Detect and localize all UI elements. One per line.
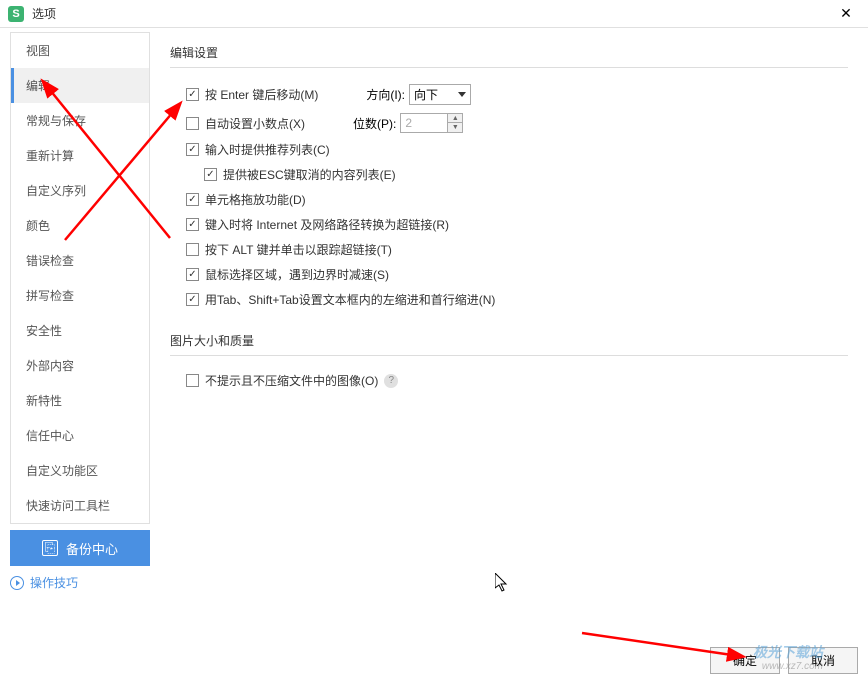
cancel-button[interactable]: 取消: [788, 647, 858, 674]
backup-label: 备份中心: [66, 539, 118, 558]
esc-content-checkbox[interactable]: [204, 168, 217, 181]
alt-click-label: 按下 ALT 键并单击以跟踪超链接(T): [205, 241, 392, 258]
no-compress-label: 不提示且不压缩文件中的图像(O): [205, 372, 378, 389]
tab-indent-checkbox[interactable]: [186, 293, 199, 306]
mouse-select-label: 鼠标选择区域，遇到边界时减速(S): [205, 266, 389, 283]
sidebar-item-12[interactable]: 自定义功能区: [11, 453, 149, 488]
alt-click-checkbox[interactable]: [186, 243, 199, 256]
cell-drag-label: 单元格拖放功能(D): [205, 191, 306, 208]
sidebar-item-13[interactable]: 快速访问工具栏: [11, 488, 149, 523]
sidebar-item-6[interactable]: 错误检查: [11, 243, 149, 278]
url-hyperlink-checkbox[interactable]: [186, 218, 199, 231]
enter-move-checkbox[interactable]: [186, 88, 199, 101]
tips-label: 操作技巧: [30, 574, 78, 591]
backup-center-button[interactable]: ⎘ 备份中心: [10, 530, 150, 566]
url-hyperlink-label: 键入时将 Internet 及网络路径转换为超链接(R): [205, 216, 449, 233]
sidebar: 视图编辑常规与保存重新计算自定义序列颜色错误检查拼写检查安全性外部内容新特性信任…: [10, 32, 150, 524]
spin-down-icon[interactable]: ▼: [448, 123, 462, 132]
mouse-select-checkbox[interactable]: [186, 268, 199, 281]
chevron-down-icon: [458, 92, 466, 97]
direction-value: 向下: [414, 86, 438, 103]
sidebar-item-8[interactable]: 安全性: [11, 313, 149, 348]
sidebar-item-10[interactable]: 新特性: [11, 383, 149, 418]
no-compress-checkbox[interactable]: [186, 374, 199, 387]
image-section-title: 图片大小和质量: [170, 332, 848, 356]
recommend-checkbox[interactable]: [186, 143, 199, 156]
close-button[interactable]: ✕: [832, 0, 860, 28]
cell-drag-checkbox[interactable]: [186, 193, 199, 206]
ok-button[interactable]: 确定: [710, 647, 780, 674]
help-icon[interactable]: ?: [384, 374, 398, 388]
titlebar: S 选项 ✕: [0, 0, 868, 28]
sidebar-item-4[interactable]: 自定义序列: [11, 173, 149, 208]
auto-decimal-label: 自动设置小数点(X): [205, 115, 305, 132]
sidebar-item-11[interactable]: 信任中心: [11, 418, 149, 453]
sidebar-item-0[interactable]: 视图: [11, 33, 149, 68]
sidebar-item-1[interactable]: 编辑: [11, 68, 149, 103]
content-panel: 编辑设置 按 Enter 键后移动(M) 方向(I): 向下 自动设置小数点(X…: [150, 28, 868, 633]
app-logo-icon: S: [8, 6, 24, 22]
spin-up-icon[interactable]: ▲: [448, 114, 462, 123]
direction-label: 方向(I):: [366, 86, 405, 103]
direction-combo[interactable]: 向下: [409, 84, 471, 105]
sidebar-item-5[interactable]: 颜色: [11, 208, 149, 243]
play-icon: [10, 576, 24, 590]
dialog-title: 选项: [32, 5, 832, 22]
sidebar-item-9[interactable]: 外部内容: [11, 348, 149, 383]
sidebar-item-3[interactable]: 重新计算: [11, 138, 149, 173]
backup-icon: ⎘: [42, 540, 58, 556]
esc-content-label: 提供被ESC键取消的内容列表(E): [223, 166, 396, 183]
enter-move-label: 按 Enter 键后移动(M): [205, 86, 318, 103]
recommend-label: 输入时提供推荐列表(C): [205, 141, 330, 158]
places-label: 位数(P):: [353, 115, 396, 132]
tab-indent-label: 用Tab、Shift+Tab设置文本框内的左缩进和首行缩进(N): [205, 291, 495, 308]
edit-section-title: 编辑设置: [170, 44, 848, 68]
auto-decimal-checkbox[interactable]: [186, 117, 199, 130]
dialog-footer: 确定 取消: [710, 647, 858, 674]
tips-link[interactable]: 操作技巧: [10, 574, 150, 591]
places-spinner[interactable]: ▲▼: [400, 113, 463, 133]
sidebar-item-7[interactable]: 拼写检查: [11, 278, 149, 313]
places-input[interactable]: [400, 113, 448, 133]
sidebar-item-2[interactable]: 常规与保存: [11, 103, 149, 138]
